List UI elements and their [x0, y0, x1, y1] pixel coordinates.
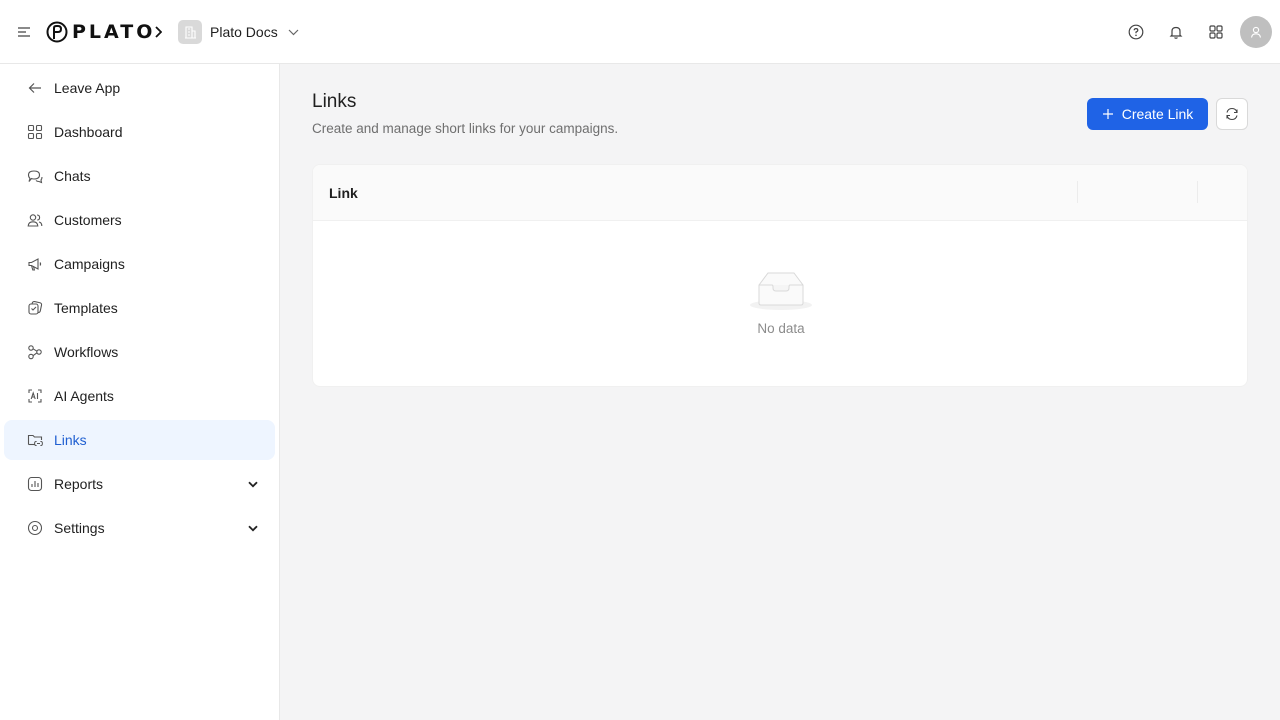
breadcrumb-chevron-icon	[150, 22, 166, 42]
menu-toggle-icon[interactable]	[14, 22, 34, 42]
column-divider	[1197, 181, 1198, 203]
sidebar-item-label: Templates	[54, 300, 118, 316]
sidebar-item-label: AI Agents	[54, 388, 114, 404]
sidebar-item-dashboard[interactable]: Dashboard	[4, 112, 275, 152]
workspace-name: Plato Docs	[210, 24, 278, 40]
sidebar-item-label: Reports	[54, 476, 104, 492]
sidebar-item-settings[interactable]: Settings	[4, 508, 275, 548]
create-link-label: Create Link	[1121, 106, 1194, 122]
link-folder-icon	[26, 431, 44, 449]
top-actions	[1116, 16, 1272, 48]
ai-icon	[26, 387, 44, 405]
sidebar-item-customers[interactable]: Customers	[4, 200, 275, 240]
sidebar-item-label: Campaigns	[54, 256, 125, 272]
column-divider	[1077, 181, 1078, 203]
empty-state: No data	[313, 221, 1247, 386]
chevron-down-icon[interactable]	[247, 478, 259, 490]
sidebar-item-ai-agents[interactable]: AI Agents	[4, 376, 275, 416]
main-content: Links Create and manage short links for …	[280, 64, 1280, 720]
plus-icon	[1102, 108, 1114, 120]
sidebar-item-label: Customers	[54, 212, 122, 228]
apps-grid-icon[interactable]	[1196, 16, 1236, 48]
logo-text: PLATO	[72, 21, 156, 43]
sidebar-item-label: Dashboard	[54, 124, 123, 140]
sidebar-item-templates[interactable]: Templates	[4, 288, 275, 328]
refresh-icon	[1226, 107, 1238, 121]
building-icon	[178, 20, 202, 44]
plato-logo-icon	[46, 21, 68, 43]
chart-icon	[26, 475, 44, 493]
chevron-down-icon	[288, 29, 299, 36]
column-header-link[interactable]: Link	[329, 185, 358, 201]
template-icon	[26, 299, 44, 317]
sidebar-item-label: Chats	[54, 168, 91, 184]
dashboard-icon	[26, 123, 44, 141]
sidebar-item-reports[interactable]: Reports	[4, 464, 275, 504]
top-bar: PLATO Plato Docs	[0, 0, 1280, 64]
plato-logo[interactable]: PLATO	[46, 20, 155, 44]
page-subtitle: Create and manage short links for your c…	[312, 121, 619, 136]
user-icon	[1250, 26, 1262, 38]
sidebar-item-campaigns[interactable]: Campaigns	[4, 244, 275, 284]
table-header: Link	[313, 165, 1247, 221]
page-title: Links	[312, 91, 357, 112]
megaphone-icon	[26, 255, 44, 273]
avatar[interactable]	[1240, 16, 1272, 48]
links-table: Link No data	[312, 164, 1248, 387]
sidebar-item-label: Workflows	[54, 344, 119, 360]
sidebar-item-links[interactable]: Links	[4, 420, 275, 460]
workflow-icon	[26, 343, 44, 361]
chat-icon	[26, 167, 44, 185]
settings-icon	[26, 519, 44, 537]
sidebar-item-label: Links	[54, 432, 87, 448]
sidebar-item-chats[interactable]: Chats	[4, 156, 275, 196]
workspace-switcher[interactable]: Plato Docs	[178, 20, 299, 44]
bell-icon[interactable]	[1156, 16, 1196, 48]
users-icon	[26, 211, 44, 229]
sidebar-item-label: Settings	[54, 520, 105, 536]
empty-text: No data	[757, 321, 805, 336]
create-link-button[interactable]: Create Link	[1087, 98, 1208, 130]
refresh-button[interactable]	[1216, 98, 1248, 130]
sidebar-item-label: Leave App	[54, 80, 121, 96]
help-icon[interactable]	[1116, 16, 1156, 48]
empty-inbox-icon	[750, 272, 812, 310]
chevron-down-icon[interactable]	[247, 522, 259, 534]
arrow-left-icon	[26, 79, 44, 97]
sidebar-item-workflows[interactable]: Workflows	[4, 332, 275, 372]
sidebar-item-leave-app[interactable]: Leave App	[4, 68, 275, 108]
sidebar: Leave App Dashboard Chats Customers Camp…	[0, 64, 280, 720]
